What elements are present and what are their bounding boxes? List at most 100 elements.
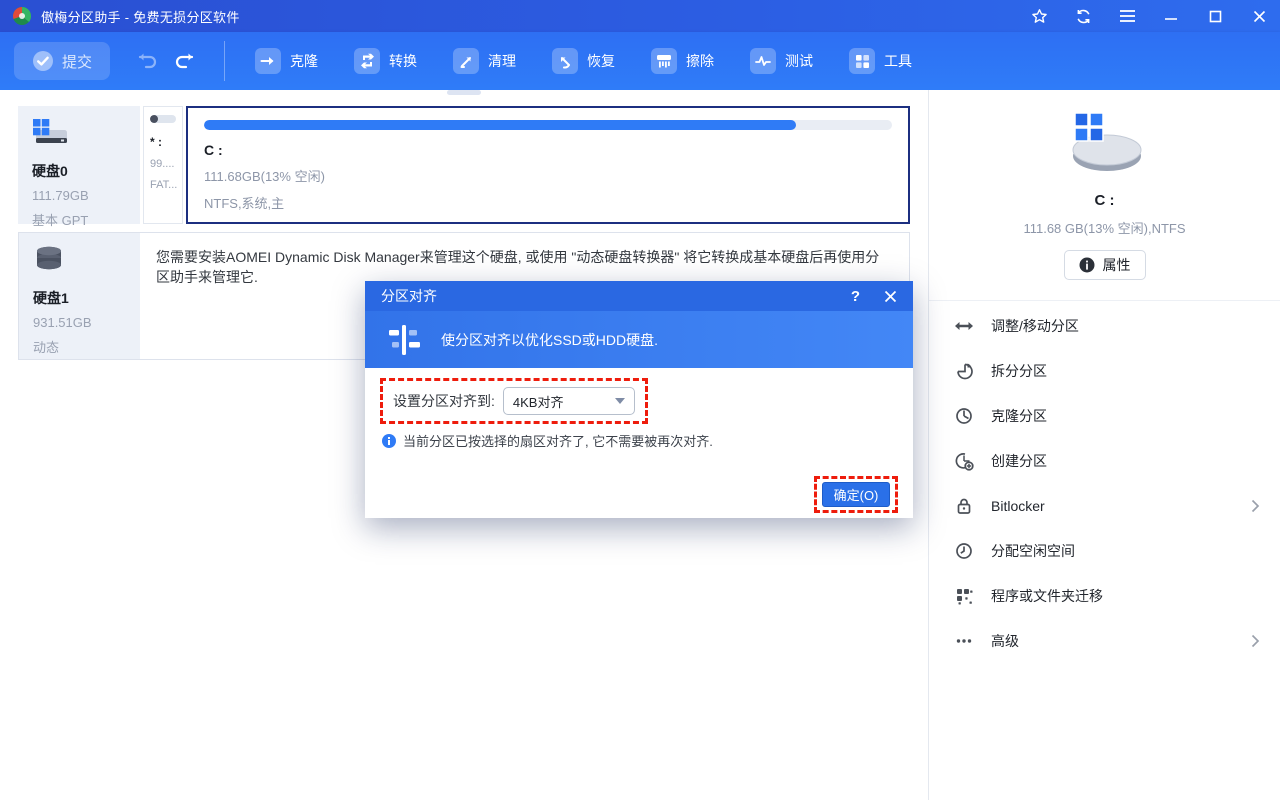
disk-map-area: 硬盘0 111.79GB 基本 GPT * : 99.... FAT... C … <box>0 90 928 800</box>
chevron-right-icon <box>1251 634 1260 648</box>
app-logo-icon <box>12 6 32 26</box>
clock-icon <box>953 541 975 561</box>
properties-info-icon <box>1079 257 1095 273</box>
alignment-dropdown[interactable]: 4KB对齐 <box>503 387 635 415</box>
alignment-annotation-box: 设置分区对齐到: 4KB对齐 <box>380 378 648 424</box>
create-partition-icon <box>953 451 975 471</box>
partition-c-size: 111.68GB(13% 空闲) <box>204 166 892 185</box>
ok-annotation-box: 确定(O) <box>814 476 898 513</box>
submit-label: 提交 <box>62 51 92 72</box>
align-partition-icon <box>385 321 423 359</box>
operations-menu: 调整/移动分区 拆分分区 克隆分区 <box>929 303 1280 663</box>
maximize-button[interactable] <box>1206 7 1224 25</box>
disk-drive-icon <box>32 118 70 148</box>
disk1-name: 硬盘1 <box>33 288 126 308</box>
disk0-info-card[interactable]: 硬盘0 111.79GB 基本 GPT <box>18 106 140 224</box>
disk1-info-card[interactable]: 硬盘1 931.51GB 动态 <box>19 233 140 359</box>
selected-volume-label: C : <box>1095 192 1115 209</box>
split-partition-icon <box>953 361 975 381</box>
submit-button[interactable]: 提交 <box>14 42 110 80</box>
menu-item-advanced[interactable]: 高级 <box>929 618 1280 663</box>
toolbar-item-convert[interactable]: 转换 <box>354 48 417 74</box>
close-button[interactable] <box>1250 7 1268 25</box>
partition-reserved-size: 99.... <box>150 158 176 170</box>
toolbar-item-erase[interactable]: 擦除 <box>651 48 714 74</box>
lock-icon <box>953 496 975 516</box>
toolbar: 提交 克隆 <box>0 32 1280 90</box>
menu-item-resize-move[interactable]: 调整/移动分区 <box>929 303 1280 348</box>
partition-reserved-usage-bar <box>150 115 176 123</box>
dialog-title: 分区对齐 <box>381 286 437 306</box>
convert-icon <box>354 48 380 74</box>
app-window: 傲梅分区助手 - 免费无损分区软件 <box>0 0 1280 800</box>
ok-button[interactable]: 确定(O) <box>822 482 890 507</box>
clone-partition-icon <box>953 406 975 426</box>
partition-alignment-dialog: 分区对齐 ? 使分区对齐以优化SSD或HDD硬盘. <box>365 281 913 518</box>
clean-icon <box>453 48 479 74</box>
tools-icon <box>849 48 875 74</box>
disk0-style: 基本 GPT <box>32 210 126 229</box>
partition-c-selected[interactable]: C : 111.68GB(13% 空闲) NTFS,系统,主 <box>186 106 910 224</box>
scroll-handle[interactable] <box>447 90 481 95</box>
right-panel: C : 111.68 GB(13% 空闲),NTFS 属性 调整/移动分区 <box>928 90 1280 800</box>
disk1-size: 931.51GB <box>33 315 126 330</box>
dialog-help-icon[interactable]: ? <box>851 288 860 305</box>
erase-icon <box>651 48 677 74</box>
dialog-subtitle: 使分区对齐以优化SSD或HDD硬盘. <box>441 330 658 350</box>
partition-c-label: C : <box>204 142 892 158</box>
undo-button[interactable] <box>136 52 158 70</box>
dialog-close-icon[interactable] <box>884 290 897 303</box>
check-circle-icon <box>32 50 54 72</box>
toolbar-separator <box>224 41 225 81</box>
toolbar-item-recover[interactable]: 恢复 <box>552 48 615 74</box>
alignment-info-row: 当前分区已按选择的扇区对齐了, 它不需要被再次对齐. <box>382 431 713 450</box>
window-title: 傲梅分区助手 - 免费无损分区软件 <box>41 7 240 26</box>
chevron-right-icon <box>1251 499 1260 513</box>
selected-volume-info: 111.68 GB(13% 空闲),NTFS <box>1023 218 1185 237</box>
dialog-subheader: 使分区对齐以优化SSD或HDD硬盘. <box>365 311 913 368</box>
disk0-size: 111.79GB <box>32 188 126 203</box>
properties-label: 属性 <box>1103 255 1131 275</box>
title-bar: 傲梅分区助手 - 免费无损分区软件 <box>0 0 1280 32</box>
partition-reserved[interactable]: * : 99.... FAT... <box>143 106 183 224</box>
migrate-apps-icon <box>953 586 975 606</box>
info-icon <box>382 434 396 448</box>
chevron-down-icon <box>615 398 625 404</box>
volume-pie-icon <box>1061 112 1149 178</box>
toolbar-item-clone[interactable]: 克隆 <box>255 48 318 74</box>
redo-button[interactable] <box>174 52 196 70</box>
menu-item-app-migration[interactable]: 程序或文件夹迁移 <box>929 573 1280 618</box>
partition-reserved-label: * : <box>150 135 176 149</box>
dialog-header[interactable]: 分区对齐 ? <box>365 281 913 311</box>
properties-button[interactable]: 属性 <box>1064 250 1146 280</box>
panel-divider <box>929 300 1280 301</box>
disk1-style: 动态 <box>33 337 126 356</box>
menu-item-split-partition[interactable]: 拆分分区 <box>929 348 1280 393</box>
minimize-button[interactable] <box>1162 7 1180 25</box>
menu-item-allocate-free-space[interactable]: 分配空闲空间 <box>929 528 1280 573</box>
toolbar-item-tools[interactable]: 工具 <box>849 48 912 74</box>
disk0-name: 硬盘0 <box>32 161 126 181</box>
favorite-star-icon[interactable] <box>1030 7 1048 25</box>
alignment-selected-value: 4KB对齐 <box>513 392 615 411</box>
disk-row-0: 硬盘0 111.79GB 基本 GPT * : 99.... FAT... C … <box>18 106 910 224</box>
partition-c-usage-bar <box>204 120 892 130</box>
menu-item-clone-partition[interactable]: 克隆分区 <box>929 393 1280 438</box>
dynamic-disk-icon <box>33 245 65 275</box>
recover-icon <box>552 48 578 74</box>
partition-c-fs: NTFS,系统,主 <box>204 193 892 212</box>
resize-move-icon <box>953 316 975 336</box>
menu-item-create-partition[interactable]: 创建分区 <box>929 438 1280 483</box>
toolbar-item-clean[interactable]: 清理 <box>453 48 516 74</box>
menu-item-bitlocker[interactable]: Bitlocker <box>929 483 1280 528</box>
clone-icon <box>255 48 281 74</box>
main-menu-icon[interactable] <box>1118 7 1136 25</box>
test-icon <box>750 48 776 74</box>
refresh-sync-icon[interactable] <box>1074 7 1092 25</box>
partition-reserved-fs: FAT... <box>150 179 176 191</box>
more-dots-icon <box>953 631 975 651</box>
toolbar-item-test[interactable]: 测试 <box>750 48 813 74</box>
alignment-info-text: 当前分区已按选择的扇区对齐了, 它不需要被再次对齐. <box>403 431 713 450</box>
dialog-body: 设置分区对齐到: 4KB对齐 当前分区已按选择的扇区对齐了, 它不需要被再次对齐… <box>365 368 913 518</box>
alignment-label: 设置分区对齐到: <box>393 391 495 411</box>
